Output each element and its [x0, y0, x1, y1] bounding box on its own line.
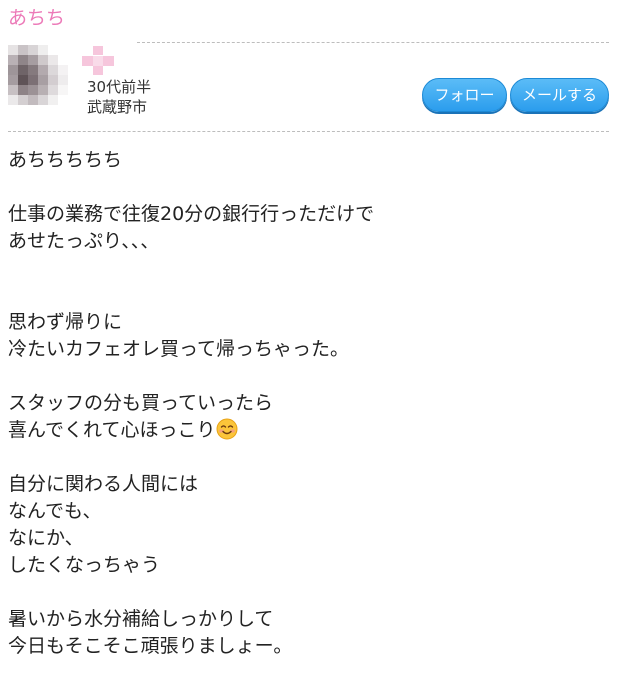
body-line: 今日もそこそこ頑張りましょー。 [8, 635, 293, 657]
body-blank-line [8, 444, 608, 471]
follow-button[interactable]: フォロー [422, 78, 507, 112]
body-blank-line [8, 255, 608, 282]
profile-age: 30代前半 [87, 78, 152, 96]
body-line: 暑いから水分補給しっかりして [8, 608, 274, 630]
body-line: 自分に関わる人間には [8, 473, 199, 495]
body-line: あせたっぷり、、、 [8, 230, 160, 252]
profile-area: 武蔵野市 [87, 98, 148, 116]
post-title: あちち [8, 7, 66, 29]
body-line: なにか、 [8, 527, 84, 549]
body-line: 仕事の業務で往復20分の銀行行っただけで [8, 203, 375, 225]
post-body: あちちちちち 仕事の業務で往復20分の銀行行っただけで あせたっぷり、、、 思わ… [8, 147, 608, 660]
body-line-text: 喜んでくれて心ほっこり [8, 419, 216, 441]
profile-divider [8, 131, 609, 132]
body-line: 冷たいカフェオレ買って帰っちゃった。 [8, 338, 350, 360]
smiling-face-emoji [216, 418, 238, 440]
pink-flower-icon [82, 46, 114, 75]
body-line: なんでも、 [8, 500, 102, 522]
body-blank-line [8, 363, 608, 390]
avatar[interactable] [8, 45, 68, 105]
send-mail-button[interactable]: メールする [510, 78, 609, 112]
body-blank-line [8, 174, 608, 201]
body-line: したくなっちゃう [8, 554, 161, 576]
body-line: スタッフの分も買っていったら [8, 392, 274, 414]
body-line: あちちちちち [8, 149, 123, 171]
header-divider [137, 42, 609, 43]
body-line-with-emoji: 喜んでくれて心ほっこり [8, 417, 608, 444]
body-line: 思わず帰りに [8, 311, 123, 333]
body-blank-line [8, 282, 608, 309]
body-blank-line [8, 579, 608, 606]
